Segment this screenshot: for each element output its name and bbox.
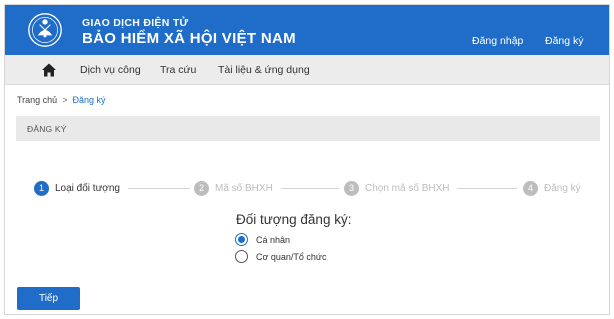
- step-connector: [128, 188, 190, 189]
- page-title-bar: ĐĂNG KÝ: [16, 116, 600, 141]
- site-header: GIAO DỊCH ĐIỆN TỬ BẢO HIỂM XÃ HỘI VIỆT N…: [5, 5, 609, 55]
- option-organization[interactable]: Cơ quan/Tổ chức: [235, 250, 326, 263]
- step-2: 2 Mã số BHXH: [194, 180, 273, 196]
- main-nav: Dịch vụ công Tra cứu Tài liệu & ứng dụng: [5, 55, 609, 85]
- register-link[interactable]: Đăng ký: [545, 35, 584, 47]
- radio-organization[interactable]: [235, 250, 248, 263]
- nav-item-lookup[interactable]: Tra cứu: [160, 64, 196, 76]
- home-icon[interactable]: [41, 62, 57, 78]
- breadcrumb-separator: >: [62, 95, 68, 105]
- step-4-label: Đăng ký: [544, 182, 581, 194]
- step-2-number: 2: [194, 180, 209, 196]
- step-connector: [457, 188, 517, 189]
- login-link[interactable]: Đăng nhập: [472, 35, 523, 47]
- option-individual[interactable]: Cá nhân: [235, 233, 290, 246]
- step-4-number: 4: [523, 180, 538, 196]
- page-frame: GIAO DỊCH ĐIỆN TỬ BẢO HIỂM XÃ HỘI VIỆT N…: [4, 4, 610, 315]
- breadcrumb-current[interactable]: Đăng ký: [72, 95, 105, 105]
- step-4: 4 Đăng ký: [523, 180, 581, 196]
- step-3-number: 3: [344, 180, 359, 196]
- step-3: 3 Chọn mã số BHXH: [344, 180, 449, 196]
- breadcrumb: Trang chủ > Đăng ký: [17, 95, 106, 105]
- brand-subtitle: GIAO DỊCH ĐIỆN TỬ: [82, 17, 189, 29]
- next-button[interactable]: Tiếp: [17, 287, 80, 310]
- step-1-label: Loại đối tượng: [55, 182, 120, 194]
- registration-stepper: 1 Loại đối tượng 2 Mã số BHXH 3 Chọn mã …: [5, 180, 609, 200]
- step-2-label: Mã số BHXH: [215, 182, 273, 194]
- step-connector: [281, 188, 339, 189]
- step-1: 1 Loại đối tượng: [34, 180, 120, 196]
- subject-type-heading: Đối tượng đăng ký:: [236, 212, 352, 227]
- nav-item-documents-apps[interactable]: Tài liệu & ứng dụng: [218, 64, 310, 76]
- step-1-number: 1: [34, 180, 49, 196]
- option-organization-label: Cơ quan/Tổ chức: [256, 251, 327, 262]
- vss-emblem-icon[interactable]: [27, 11, 63, 49]
- step-3-label: Chọn mã số BHXH: [365, 182, 450, 194]
- page-title: ĐĂNG KÝ: [27, 124, 67, 134]
- breadcrumb-home[interactable]: Trang chủ: [17, 95, 57, 105]
- option-individual-label: Cá nhân: [256, 234, 291, 245]
- radio-individual[interactable]: [235, 233, 248, 246]
- nav-item-public-services[interactable]: Dịch vụ công: [80, 64, 141, 76]
- brand-title: BẢO HIỂM XÃ HỘI VIỆT NAM: [82, 30, 296, 47]
